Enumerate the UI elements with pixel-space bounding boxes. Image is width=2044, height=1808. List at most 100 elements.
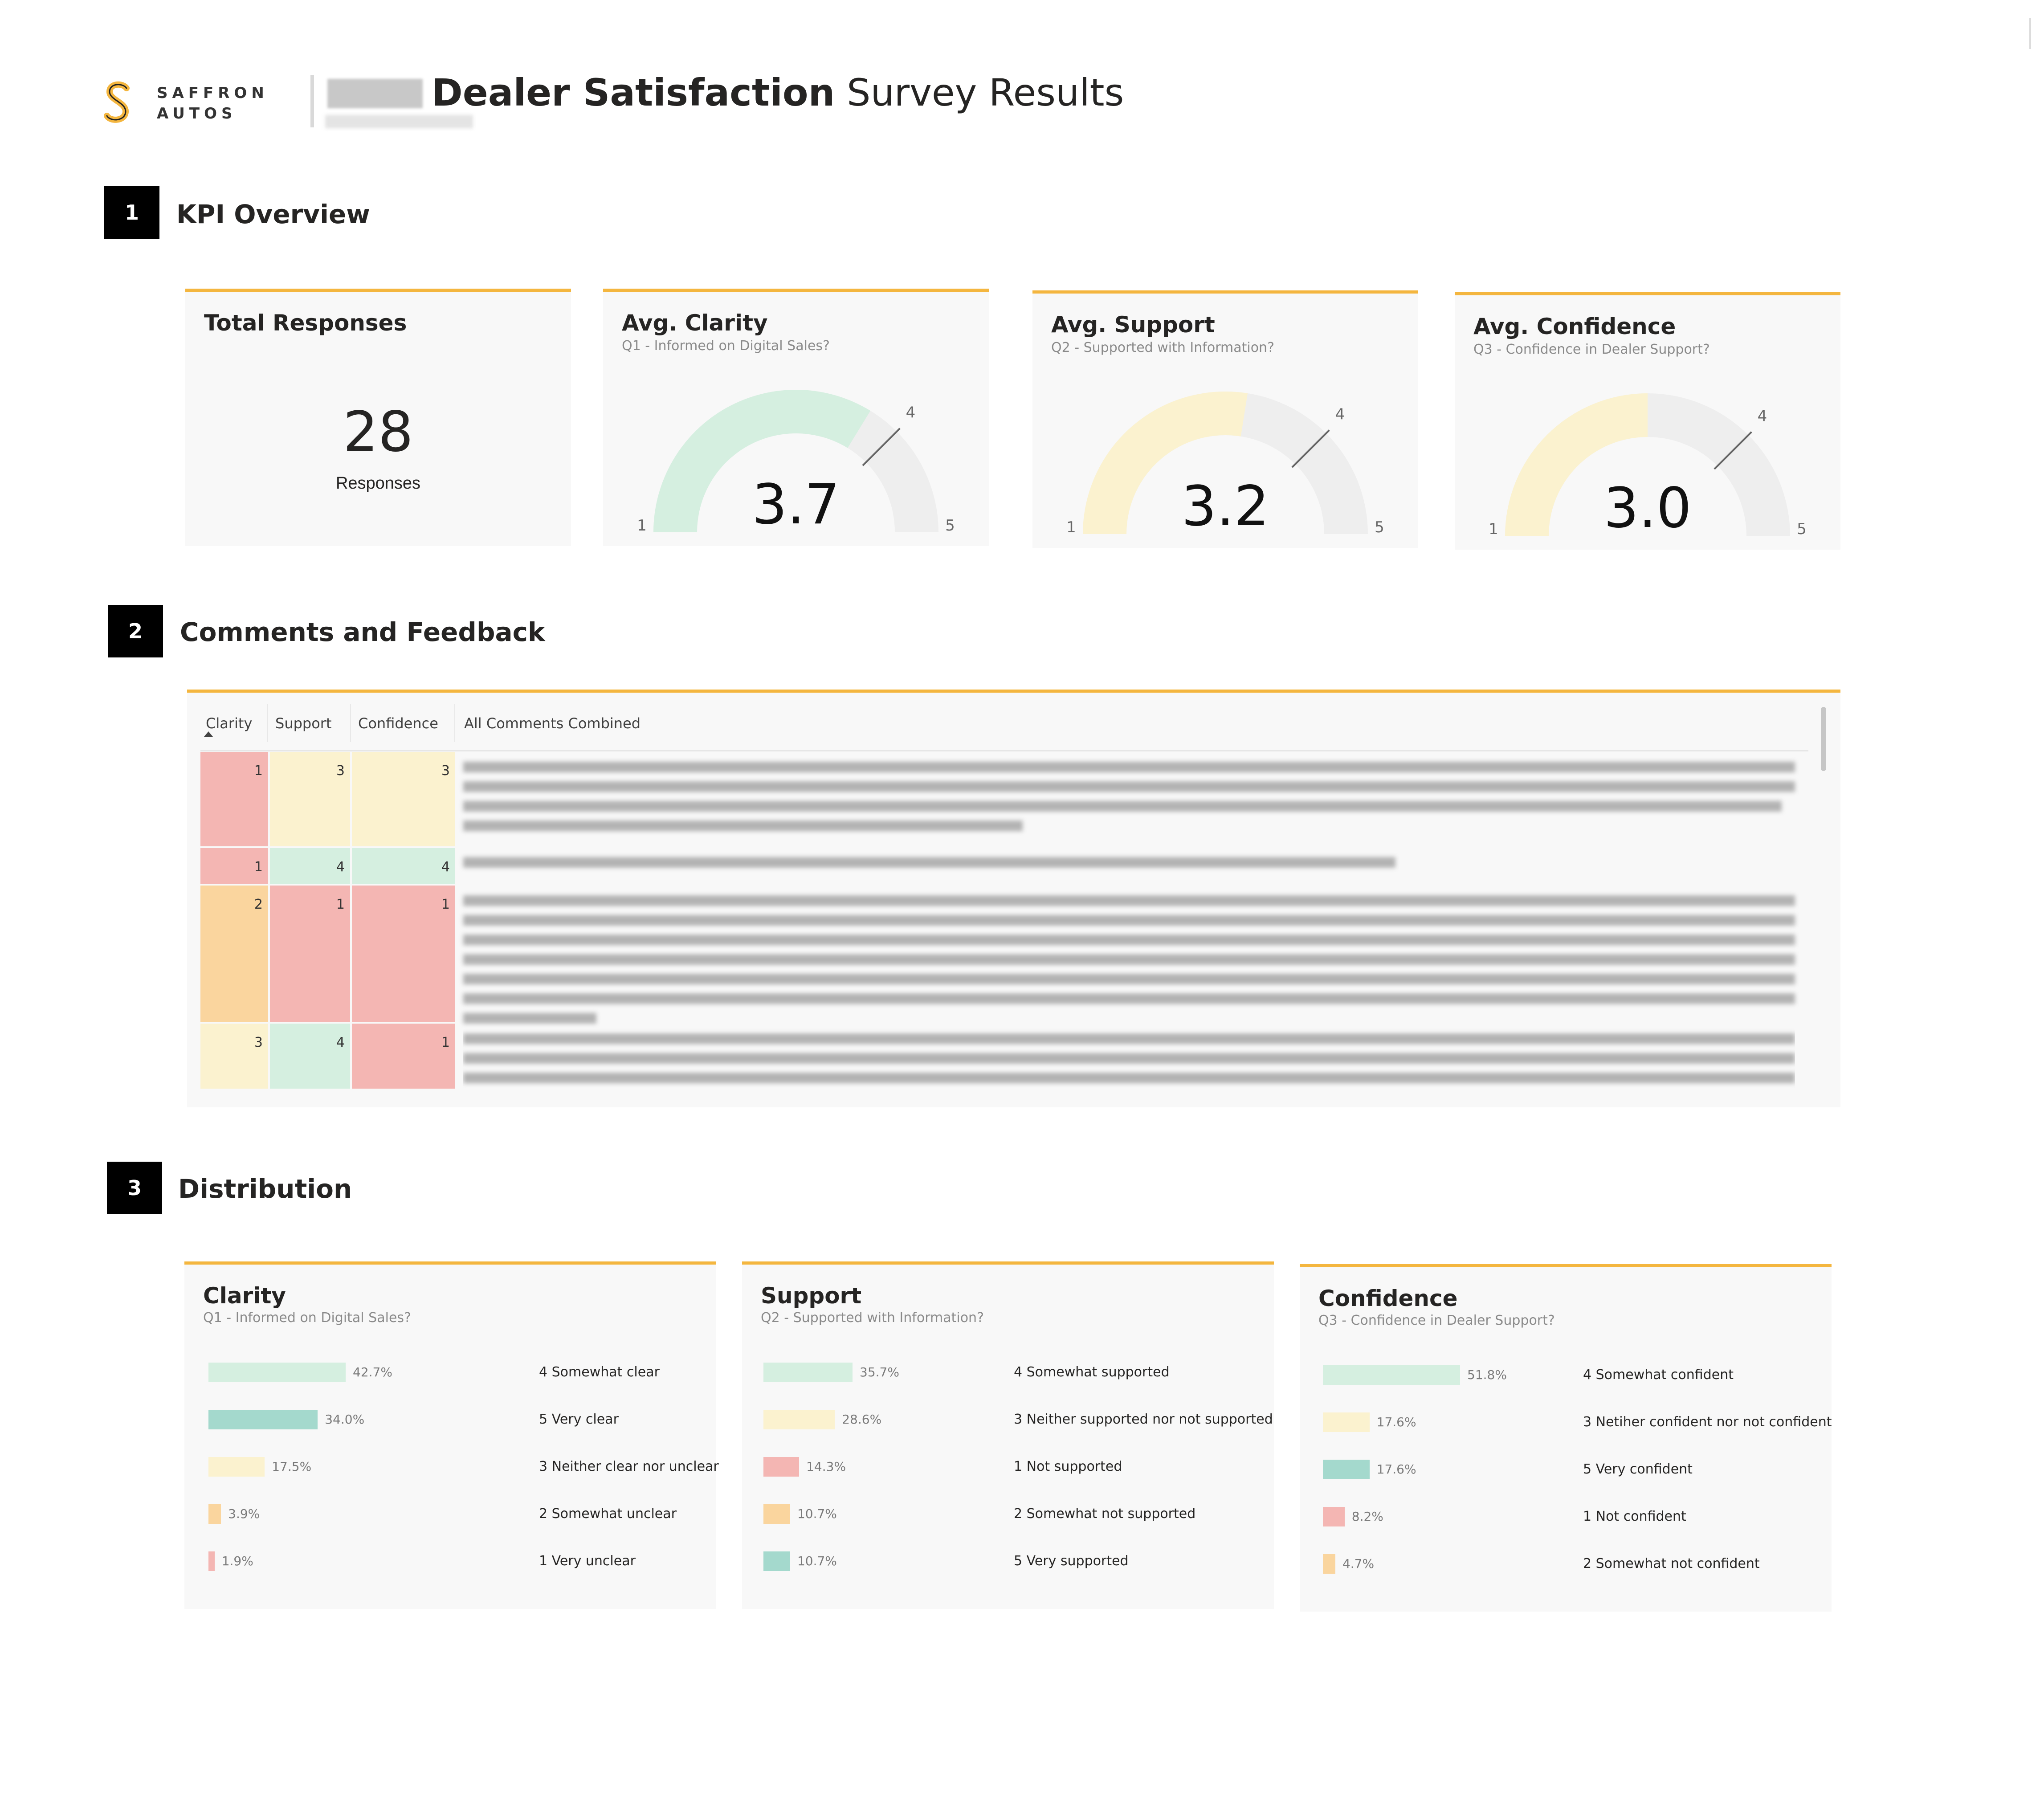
distribution-bar-percent: 3.9% bbox=[228, 1506, 260, 1521]
distribution-bar[interactable] bbox=[208, 1551, 215, 1571]
gauge-max-label: 5 bbox=[1797, 520, 1807, 538]
distribution-bar-label: 4 Somewhat clear bbox=[539, 1364, 660, 1380]
cell-support[interactable]: 1 bbox=[270, 886, 350, 1022]
redacted-comment[interactable] bbox=[463, 886, 1795, 1024]
distribution-bar-percent: 28.6% bbox=[842, 1412, 882, 1427]
distribution-bar-percent: 10.7% bbox=[797, 1506, 837, 1521]
column-header-clarity[interactable]: Clarity bbox=[206, 714, 252, 732]
kpi-card-avg-clarity: Avg. Clarity Q1 - Informed on Digital Sa… bbox=[603, 289, 989, 546]
gauge-chart: 4 1 5 3.0 bbox=[1489, 393, 1807, 540]
section-title-distribution: Distribution bbox=[178, 1174, 352, 1204]
cell-clarity[interactable]: 3 bbox=[200, 1024, 268, 1089]
cell-confidence[interactable]: 1 bbox=[352, 1024, 455, 1089]
gauge-min-label: 1 bbox=[1489, 520, 1498, 538]
redacted-comment[interactable] bbox=[463, 753, 1795, 831]
cell-clarity[interactable]: 1 bbox=[200, 848, 268, 884]
distribution-bar[interactable] bbox=[1323, 1365, 1460, 1385]
gauge-value: 3.2 bbox=[1181, 474, 1269, 539]
column-divider bbox=[454, 704, 455, 742]
page-title-rest: Survey Results bbox=[835, 71, 1124, 114]
distribution-subtitle: Q2 - Supported with Information? bbox=[761, 1310, 984, 1326]
cell-confidence[interactable]: 1 bbox=[352, 886, 455, 1022]
column-header-support[interactable]: Support bbox=[275, 714, 332, 732]
distribution-bar[interactable] bbox=[208, 1363, 346, 1382]
table-scrollbar-thumb[interactable] bbox=[1821, 707, 1826, 771]
distribution-bar[interactable] bbox=[208, 1457, 265, 1477]
cell-support[interactable]: 4 bbox=[270, 848, 350, 884]
distribution-bar[interactable] bbox=[1323, 1507, 1345, 1526]
section-number-2: 2 bbox=[108, 605, 163, 657]
sort-ascending-icon[interactable] bbox=[204, 731, 213, 737]
gauge-chart: 4 1 5 3.7 bbox=[637, 390, 955, 537]
distribution-bar[interactable] bbox=[763, 1457, 800, 1477]
redacted-comment[interactable] bbox=[463, 1024, 1795, 1089]
distribution-bar[interactable] bbox=[763, 1363, 853, 1382]
distribution-subtitle: Q3 - Confidence in Dealer Support? bbox=[1318, 1313, 1555, 1328]
distribution-bar[interactable] bbox=[208, 1410, 318, 1429]
redacted-comment[interactable] bbox=[463, 848, 1795, 868]
page-title-bold: Dealer Satisfaction bbox=[432, 71, 835, 114]
gauge-chart: 4 1 5 3.2 bbox=[1066, 392, 1384, 539]
distribution-bar-percent: 8.2% bbox=[1351, 1509, 1383, 1524]
gauge-max-label: 5 bbox=[1375, 518, 1384, 536]
distribution-bar-percent: 42.7% bbox=[353, 1365, 392, 1379]
distribution-bar[interactable] bbox=[1323, 1554, 1335, 1574]
kpi-card-avg-support: Avg. Support Q2 - Supported with Informa… bbox=[1032, 290, 1418, 548]
cell-support[interactable]: 4 bbox=[270, 1024, 350, 1089]
column-header-confidence[interactable]: Confidence bbox=[358, 714, 438, 732]
saffron-logo-icon bbox=[104, 81, 130, 123]
section-number-3: 3 bbox=[107, 1162, 162, 1214]
distribution-bar-label: 5 Very supported bbox=[1014, 1553, 1129, 1569]
distribution-bar[interactable] bbox=[763, 1504, 790, 1524]
distribution-bar-label: 1 Not confident bbox=[1583, 1509, 1686, 1524]
distribution-bar-label: 2 Somewhat unclear bbox=[539, 1506, 677, 1522]
gauge-target-label: 4 bbox=[1335, 406, 1345, 424]
gauge-target-label: 4 bbox=[1758, 408, 1767, 425]
cell-confidence[interactable]: 3 bbox=[352, 752, 455, 846]
distribution-bar[interactable] bbox=[208, 1504, 221, 1524]
gauge-value: 3.7 bbox=[752, 473, 840, 537]
distribution-bar-label: 5 Very clear bbox=[539, 1412, 619, 1427]
distribution-bar-percent: 10.7% bbox=[797, 1554, 837, 1568]
title-divider bbox=[310, 75, 314, 127]
kpi-total-label: Responses bbox=[335, 474, 421, 493]
cell-clarity[interactable]: 1 bbox=[200, 752, 268, 846]
brand-name: SAFFRON AUTOS bbox=[157, 83, 269, 124]
cell-confidence[interactable]: 4 bbox=[352, 848, 455, 884]
kpi-total-value: 28 bbox=[343, 400, 413, 464]
column-header-comments[interactable]: All Comments Combined bbox=[464, 714, 641, 732]
gauge-value: 3.0 bbox=[1603, 476, 1691, 540]
column-divider bbox=[267, 704, 268, 742]
brand-name-line1: SAFFRON bbox=[157, 84, 269, 102]
cell-clarity[interactable]: 2 bbox=[200, 886, 268, 1022]
distribution-bar-label: 1 Very unclear bbox=[539, 1553, 636, 1569]
distribution-bar[interactable] bbox=[763, 1410, 835, 1429]
redacted-subtitle bbox=[325, 115, 473, 128]
distribution-card-support: Support Q2 - Supported with Information?… bbox=[742, 1261, 1274, 1609]
distribution-bar[interactable] bbox=[1323, 1460, 1370, 1479]
page-scrollbar[interactable] bbox=[2029, 18, 2031, 49]
distribution-bar-label: 2 Somewhat not confident bbox=[1583, 1556, 1760, 1571]
distribution-bar-label: 3 Netiher confident nor not confident bbox=[1583, 1414, 1832, 1430]
brand-name-line2: AUTOS bbox=[157, 105, 237, 122]
column-divider bbox=[350, 704, 351, 742]
distribution-bar-percent: 17.6% bbox=[1376, 1462, 1416, 1477]
gauge-target-label: 4 bbox=[906, 404, 916, 422]
distribution-bar-label: 3 Neither supported nor not supported bbox=[1014, 1412, 1273, 1427]
distribution-bar-percent: 4.7% bbox=[1342, 1556, 1375, 1571]
section-number-1: 1 bbox=[104, 186, 159, 239]
kpi-title: Total Responses bbox=[204, 310, 407, 336]
distribution-card-clarity: Clarity Q1 - Informed on Digital Sales? … bbox=[184, 1261, 719, 1609]
distribution-bar-percent: 14.3% bbox=[806, 1459, 846, 1474]
page-title: Dealer Satisfaction Survey Results bbox=[327, 70, 1124, 115]
section-title-kpi: KPI Overview bbox=[176, 199, 370, 229]
distribution-bar[interactable] bbox=[763, 1551, 790, 1571]
kpi-card-total-responses: Total Responses 28 Responses bbox=[185, 289, 571, 546]
distribution-bar-label: 2 Somewhat not supported bbox=[1014, 1506, 1196, 1522]
distribution-bar[interactable] bbox=[1323, 1412, 1370, 1432]
distribution-bar-percent: 35.7% bbox=[860, 1365, 899, 1379]
cell-support[interactable]: 3 bbox=[270, 752, 350, 846]
distribution-bar-label: 4 Somewhat confident bbox=[1583, 1367, 1734, 1383]
gauge-min-label: 1 bbox=[1066, 518, 1076, 536]
redacted-title-prefix bbox=[327, 79, 423, 108]
